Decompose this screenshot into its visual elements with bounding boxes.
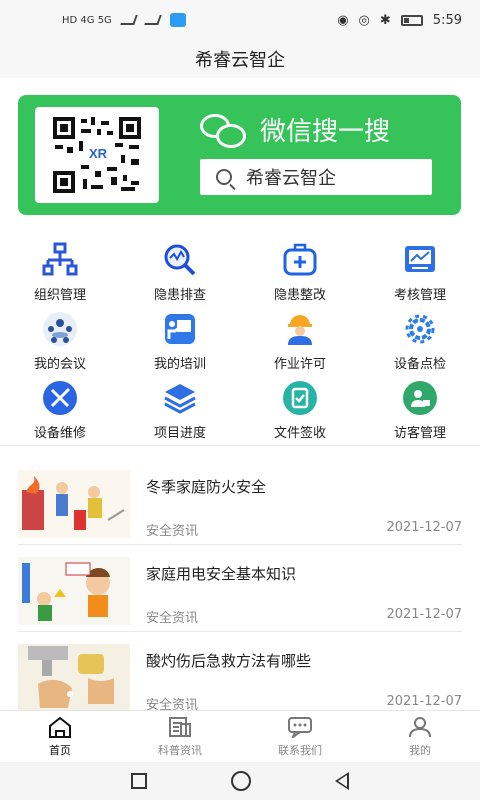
visitor-icon (402, 380, 438, 416)
chart-board-icon (402, 242, 438, 278)
grid-item-assessment[interactable]: 考核管理 (360, 236, 480, 305)
news-thumbnail (18, 557, 130, 625)
wechat-icon (198, 112, 250, 148)
news-thumbnail (18, 644, 130, 712)
home-button[interactable] (231, 771, 251, 791)
status-left: HD 4G 5G (62, 13, 186, 27)
tab-label: 联系我们 (278, 743, 322, 757)
svg-text:XR: XR (89, 146, 108, 161)
meeting-icon (42, 311, 78, 347)
page-title: 希睿云智企 (0, 40, 480, 78)
magnifier-icon (162, 242, 198, 278)
grid-item-org[interactable]: 组织管理 (0, 236, 120, 305)
clock-time: 5:59 (432, 12, 462, 28)
tab-home[interactable]: 首页 (0, 711, 120, 762)
search-icon (216, 169, 232, 185)
chat-icon (288, 716, 312, 738)
gear-icon (402, 311, 438, 347)
bluetooth-icon: ✱ (379, 12, 391, 28)
grid-label: 设备点检 (393, 357, 446, 372)
grid-item-equipment-check[interactable]: 设备点检 (360, 305, 480, 374)
tab-profile[interactable]: 我的 (360, 711, 480, 762)
grid-label: 组织管理 (33, 288, 86, 303)
signal-icon (119, 15, 138, 25)
tab-news[interactable]: 科普资讯 (120, 711, 240, 762)
wechat-heading-text: 微信搜一搜 (260, 117, 391, 147)
grid-item-visitor[interactable]: 访客管理 (360, 374, 480, 443)
grid-item-hazard-fix[interactable]: 隐患整改 (240, 236, 360, 305)
status-bar: HD 4G 5G ◉ ◎ ✱ 5:59 (0, 0, 480, 40)
wechat-banner[interactable]: XR 微信搜一搜 希睿云智企 (18, 95, 461, 215)
wechat-search-heading: 微信搜一搜 (198, 111, 390, 148)
back-button[interactable] (335, 772, 349, 790)
news-date: 2021-12-07 (386, 607, 462, 622)
home-icon (49, 716, 71, 738)
app-notification-icon (169, 13, 186, 27)
news-category: 安全资讯 (146, 611, 199, 626)
grid-label: 设备维修 (33, 426, 86, 441)
grid-label: 文件签收 (273, 426, 326, 441)
network-indicator: HD 4G 5G (62, 14, 112, 26)
system-nav-bar (0, 762, 480, 800)
news-date: 2021-12-07 (386, 520, 462, 535)
news-thumbnail (18, 470, 130, 538)
news-title: 酸灼伤后急救方法有哪些 (146, 652, 312, 670)
tab-label: 我的 (409, 743, 431, 757)
search-text: 希睿云智企 (246, 168, 336, 189)
feature-grid: 组织管理 隐患排查 隐患整改 考核管理 我的会议 我的培训 作业许可 设备点检 … (0, 236, 480, 443)
grid-item-meeting[interactable]: 我的会议 (0, 305, 120, 374)
news-category: 安全资讯 (146, 524, 199, 539)
grid-item-file-sign[interactable]: 文件签收 (240, 374, 360, 443)
recents-button[interactable] (131, 773, 147, 789)
wechat-search-box[interactable]: 希睿云智企 (200, 159, 432, 195)
tab-label: 首页 (49, 743, 71, 757)
alarm-icon: ◎ (358, 12, 370, 28)
news-date: 2021-12-07 (386, 694, 462, 709)
battery-icon (400, 14, 423, 26)
tab-label: 科普资讯 (158, 743, 202, 757)
tools-icon (42, 380, 78, 416)
grid-label: 项目进度 (153, 426, 206, 441)
news-title: 家庭用电安全基本知识 (146, 565, 297, 583)
divider (0, 445, 480, 446)
grid-label: 作业许可 (273, 357, 326, 372)
grid-label: 隐患排查 (153, 288, 206, 303)
grid-label: 我的会议 (33, 357, 86, 372)
news-list: 冬季家庭防火安全 安全资讯 2021-12-07 家庭用电安全基本知识 安全资讯… (0, 458, 480, 719)
grid-label: 访客管理 (393, 426, 446, 441)
medical-kit-icon (282, 242, 318, 278)
list-item[interactable]: 家庭用电安全基本知识 安全资讯 2021-12-07 (18, 545, 462, 632)
tab-contact[interactable]: 联系我们 (240, 711, 360, 762)
person-icon (409, 716, 431, 737)
eye-icon: ◉ (337, 12, 349, 28)
grid-label: 考核管理 (393, 288, 446, 303)
status-right: ◉ ◎ ✱ 5:59 (337, 13, 462, 28)
layers-icon (162, 380, 198, 416)
grid-item-project-progress[interactable]: 项目进度 (120, 374, 240, 443)
bottom-tab-bar: 首页 科普资讯 联系我们 我的 (0, 710, 480, 762)
grid-label: 隐患整改 (273, 288, 326, 303)
news-icon (169, 716, 191, 737)
training-icon (162, 311, 198, 347)
org-chart-icon (42, 242, 78, 278)
list-item[interactable]: 冬季家庭防火安全 安全资讯 2021-12-07 (18, 458, 462, 545)
grid-item-equipment-repair[interactable]: 设备维修 (0, 374, 120, 443)
grid-label: 我的培训 (153, 357, 206, 372)
clipboard-icon (282, 380, 318, 416)
list-item[interactable]: 酸灼伤后急救方法有哪些 安全资讯 2021-12-07 (18, 632, 462, 719)
grid-item-work-permit[interactable]: 作业许可 (240, 305, 360, 374)
worker-icon (282, 311, 318, 347)
wifi-icon (143, 15, 162, 25)
grid-item-training[interactable]: 我的培训 (120, 305, 240, 374)
grid-item-hazard-check[interactable]: 隐患排查 (120, 236, 240, 305)
news-title: 冬季家庭防火安全 (146, 478, 267, 496)
qr-code: XR (35, 107, 159, 203)
qr-code-icon: XR (51, 115, 143, 195)
